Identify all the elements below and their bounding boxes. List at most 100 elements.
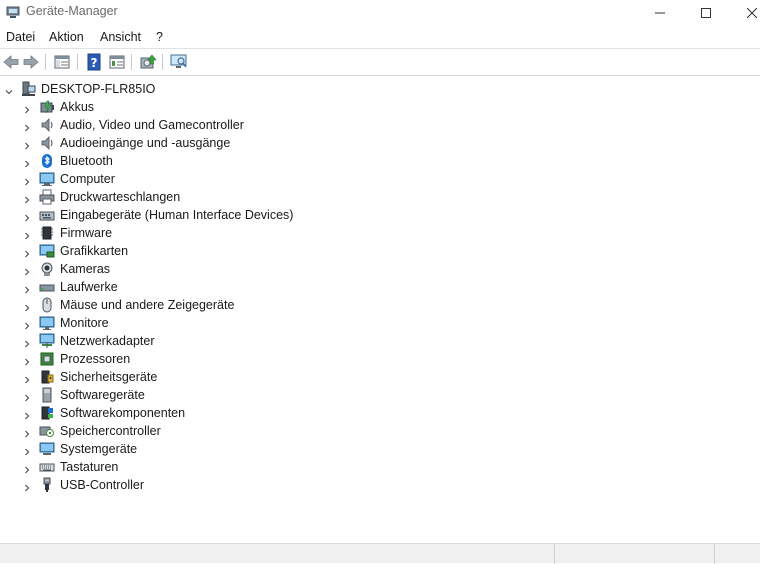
tree-category-node[interactable]: Softwarekomponenten (0, 404, 760, 422)
software-device-icon (39, 387, 55, 403)
tree-category-node[interactable]: Prozessoren (0, 350, 760, 368)
system-device-icon (39, 441, 55, 457)
battery-icon (39, 99, 55, 115)
tree-category-node[interactable]: Sicherheitsgeräte (0, 368, 760, 386)
chevron-right-icon[interactable] (23, 427, 31, 438)
speaker-icon (39, 135, 55, 151)
tree-category-node[interactable]: Laufwerke (0, 278, 760, 296)
tree-category-label: Systemgeräte (60, 442, 138, 456)
device-manager-app-icon (6, 5, 20, 19)
tree-category-node[interactable]: Audioeingänge und -ausgänge (0, 134, 760, 152)
tree-category-node[interactable]: USB-Controller (0, 476, 760, 494)
toolbar-separator (162, 54, 163, 70)
chevron-right-icon[interactable] (23, 373, 31, 384)
forward-arrow-icon[interactable] (22, 53, 40, 71)
status-cell (554, 544, 714, 564)
keyboard-icon (39, 459, 55, 475)
tree-category-node[interactable]: Tastaturen (0, 458, 760, 476)
maximize-button[interactable] (683, 0, 729, 25)
menu-datei[interactable]: Datei (6, 30, 35, 44)
chevron-right-icon[interactable] (23, 229, 31, 240)
tree-category-node[interactable]: Mäuse und andere Zeigegeräte (0, 296, 760, 314)
storage-controller-icon (39, 423, 55, 439)
hid-icon (39, 207, 55, 223)
tree-category-node[interactable]: Akkus (0, 98, 760, 116)
properties-icon[interactable] (108, 53, 126, 71)
tree-category-node[interactable]: Firmware (0, 224, 760, 242)
computer-icon (39, 171, 55, 187)
chevron-right-icon[interactable] (23, 481, 31, 492)
tree-category-label: Laufwerke (60, 280, 118, 294)
tree-category-label: Monitore (60, 316, 109, 330)
update-driver-icon[interactable] (139, 53, 157, 71)
usb-icon (39, 477, 55, 493)
tree-category-node[interactable]: Speichercontroller (0, 422, 760, 440)
tree-category-label: USB-Controller (60, 478, 145, 492)
chevron-right-icon[interactable] (23, 445, 31, 456)
chevron-right-icon[interactable] (23, 157, 31, 168)
chevron-right-icon[interactable] (23, 283, 31, 294)
tree-category-node[interactable]: Systemgeräte (0, 440, 760, 458)
chevron-right-icon[interactable] (23, 337, 31, 348)
toolbar-separator (77, 54, 78, 70)
chevron-right-icon[interactable] (23, 103, 31, 114)
title-bar: Geräte-Manager (0, 0, 760, 25)
tree-root-label: DESKTOP-FLR85IO (41, 82, 156, 96)
chevron-right-icon[interactable] (23, 211, 31, 222)
firmware-icon (39, 225, 55, 241)
tree-category-label: Audio, Video und Gamecontroller (60, 118, 244, 132)
tree-category-label: Softwaregeräte (60, 388, 145, 402)
tree-category-node[interactable]: Netzwerkadapter (0, 332, 760, 350)
tree-category-node[interactable]: Computer (0, 170, 760, 188)
tree-root-node[interactable]: DESKTOP-FLR85IO (0, 80, 760, 98)
minimize-button[interactable] (637, 0, 683, 25)
tree-category-label: Druckwarteschlangen (60, 190, 181, 204)
chevron-right-icon[interactable] (23, 463, 31, 474)
tree-category-node[interactable]: Kameras (0, 260, 760, 278)
show-hide-console-tree-icon[interactable] (53, 53, 71, 71)
chevron-right-icon[interactable] (23, 121, 31, 132)
menu-ansicht[interactable]: Ansicht (100, 30, 141, 44)
tree-category-label: Mäuse und andere Zeigegeräte (60, 298, 235, 312)
scan-hardware-icon[interactable] (170, 53, 188, 71)
status-bar (0, 543, 760, 564)
chevron-right-icon[interactable] (23, 319, 31, 330)
menu-help[interactable]: ? (156, 30, 163, 44)
disk-drive-icon (39, 279, 55, 295)
chevron-right-icon[interactable] (23, 265, 31, 276)
chevron-right-icon[interactable] (23, 301, 31, 312)
tree-category-label: Softwarekomponenten (60, 406, 186, 420)
menu-aktion[interactable]: Aktion (49, 30, 84, 44)
close-button[interactable] (729, 0, 760, 25)
tree-category-node[interactable]: Monitore (0, 314, 760, 332)
help-icon[interactable]: ? (85, 53, 103, 71)
chevron-right-icon[interactable] (23, 247, 31, 258)
chevron-right-icon[interactable] (23, 193, 31, 204)
tree-category-node[interactable]: Bluetooth (0, 152, 760, 170)
network-adapter-icon (39, 333, 55, 349)
bluetooth-icon (39, 153, 55, 169)
tree-category-node[interactable]: Druckwarteschlangen (0, 188, 760, 206)
back-arrow-icon[interactable] (2, 53, 20, 71)
tree-category-label: Firmware (60, 226, 113, 240)
toolbar-separator (45, 54, 46, 70)
chevron-right-icon[interactable] (23, 355, 31, 366)
chevron-down-icon[interactable] (5, 85, 13, 95)
chevron-right-icon[interactable] (23, 139, 31, 150)
chevron-right-icon[interactable] (23, 391, 31, 402)
monitor-icon (39, 315, 55, 331)
tree-category-node[interactable]: Audio, Video und Gamecontroller (0, 116, 760, 134)
device-tree: DESKTOP-FLR85IO Akkus Audio, Video und Ga… (0, 78, 760, 543)
menu-bar: Datei Aktion Ansicht ? (0, 25, 760, 48)
tree-category-node[interactable]: Grafikkarten (0, 242, 760, 260)
tree-category-label: Audioeingänge und -ausgänge (60, 136, 231, 150)
tree-category-label: Bluetooth (60, 154, 113, 168)
tree-category-label: Computer (60, 172, 115, 186)
security-device-icon (39, 369, 55, 385)
processor-icon (39, 351, 55, 367)
svg-text:?: ? (91, 56, 98, 70)
tree-category-node[interactable]: Eingabegeräte (Human Interface Devices) (0, 206, 760, 224)
chevron-right-icon[interactable] (23, 409, 31, 420)
tree-category-node[interactable]: Softwaregeräte (0, 386, 760, 404)
chevron-right-icon[interactable] (23, 175, 31, 186)
